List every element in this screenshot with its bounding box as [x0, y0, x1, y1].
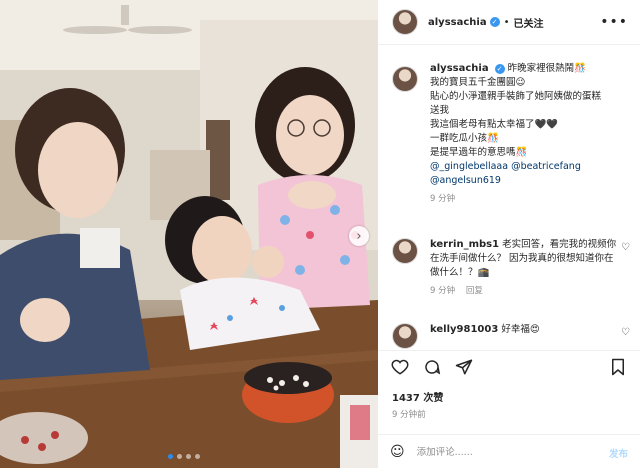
verified-badge-icon: ✓ — [494, 63, 505, 74]
post-photo[interactable]: › — [0, 0, 378, 468]
separator-dot: • — [503, 16, 510, 28]
avatar[interactable] — [392, 238, 418, 264]
comment-username[interactable]: kelly981003 — [430, 324, 498, 335]
post-sidebar: alyssachia ✓ • 已关注 ••• alyssachia ✓ 昨晚家裡… — [378, 0, 640, 468]
caption-line: 我這個老母有點太幸福了🖤🖤 — [430, 119, 559, 130]
verified-badge-icon: ✓ — [489, 17, 500, 27]
caption-line: 昨晚家裡很熱鬧🎊 — [507, 63, 586, 74]
post-time-ago[interactable]: 9 分钟前 — [392, 408, 426, 420]
comment-body: kelly981003 好幸福😍 — [430, 323, 620, 337]
comment-bubble-icon[interactable] — [422, 357, 442, 377]
comment-time[interactable]: 9 分钟 — [430, 286, 455, 296]
following-button[interactable]: 已关注 — [513, 15, 543, 30]
reply-button[interactable]: 回复 — [466, 286, 483, 296]
avatar[interactable] — [392, 66, 418, 92]
post-author-username[interactable]: alyssachia — [428, 17, 487, 28]
caption-line: 是提早過年的意思嗎🎊 — [430, 147, 528, 158]
mention-link[interactable]: @_ginglebellaaa — [430, 161, 508, 172]
share-send-icon[interactable] — [454, 357, 474, 377]
more-options-icon[interactable]: ••• — [600, 14, 628, 30]
caption-body: alyssachia ✓ 昨晚家裡很熱鬧🎊 我的寶貝五千金團圓😉 貼心的小淨還親… — [430, 62, 640, 206]
comment-box: ☺ 发布 — [378, 434, 640, 469]
caption-time[interactable]: 9 分钟 — [430, 192, 640, 206]
bookmark-icon[interactable] — [608, 357, 628, 377]
caption-username[interactable]: alyssachia — [430, 63, 489, 74]
avatar[interactable] — [392, 323, 418, 349]
comment-like-heart-icon[interactable]: ♡ — [621, 242, 630, 253]
carousel-dot — [168, 454, 173, 459]
comment-input[interactable] — [414, 445, 589, 459]
caption-line: 一群吃瓜小孩🎊 — [430, 133, 499, 144]
like-count[interactable]: 1437 次赞 — [392, 389, 443, 404]
mention-link[interactable]: @angelsun619 — [430, 175, 501, 186]
mention-link[interactable]: @beatricefang — [511, 161, 581, 172]
carousel-dot — [186, 454, 191, 459]
carousel-dot — [177, 454, 182, 459]
comment-username[interactable]: kerrin_mbs1 — [430, 239, 499, 250]
carousel-dot — [195, 454, 200, 459]
post-comment-button[interactable]: 发布 — [609, 446, 628, 460]
caption-line: 我的寶貝五千金團圓😉 — [430, 77, 526, 88]
photo-scene — [0, 0, 378, 468]
emoji-smiley-icon[interactable]: ☺ — [390, 444, 405, 460]
post-header: alyssachia ✓ • 已关注 ••• — [378, 0, 640, 45]
carousel-dots — [168, 454, 200, 459]
caption-line: 送我 — [430, 105, 450, 116]
like-heart-icon[interactable] — [390, 357, 410, 377]
comment-like-heart-icon[interactable]: ♡ — [621, 327, 630, 338]
avatar[interactable] — [392, 9, 418, 35]
carousel-next-button[interactable]: › — [349, 226, 369, 246]
caption-line: 貼心的小淨還親手裝飾了她阿姨做的蛋糕 — [430, 91, 602, 102]
comment-text: 好幸福😍 — [501, 324, 540, 335]
comment-body: kerrin_mbs1 老实回答，看完我的视频你在洗手间做什么？ 因为我真的很想… — [430, 238, 620, 298]
post-actions — [378, 350, 640, 381]
